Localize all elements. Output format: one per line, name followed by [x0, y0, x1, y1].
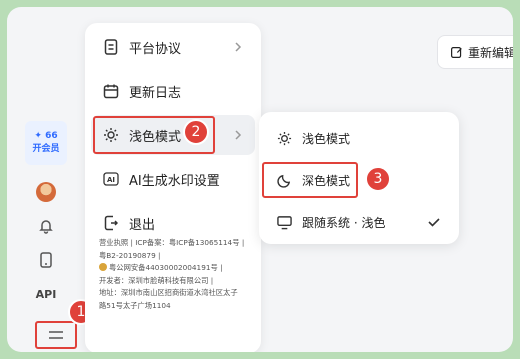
legal-line: 营业执照 | ICP备案：粤ICP备13065114号 |	[99, 238, 245, 247]
menu-item-changelog[interactable]: 更新日志	[91, 71, 255, 111]
phone-icon	[40, 252, 52, 268]
vip-label: 开会员	[32, 144, 60, 154]
legal-line: 地址：深圳市南山区招商街道水湾社区太子	[99, 288, 238, 297]
legal-line: 粤公网安备44030002004191号 |	[99, 262, 259, 275]
avatar-image	[36, 182, 56, 202]
avatar[interactable]	[33, 179, 59, 205]
submenu-item-follow-system[interactable]: 跟随系统 · 浅色	[265, 204, 453, 240]
document-icon	[103, 39, 119, 55]
submenu-item-light[interactable]: 浅色模式	[265, 120, 453, 156]
re-edit-button[interactable]: 重新编辑	[437, 35, 513, 69]
sun-icon	[277, 131, 292, 146]
step-2-marker: 2	[183, 119, 209, 145]
menu-item-label: 平台协议	[129, 41, 182, 57]
legal-line: 路51号太子广场1104	[99, 300, 171, 310]
monitor-icon	[277, 215, 292, 230]
legal-info: 营业执照 | ICP备案：粤ICP备13065114号 | 粤B2-201908…	[99, 237, 259, 312]
api-label: API	[35, 287, 57, 301]
police-badge-icon	[99, 263, 107, 271]
api-button[interactable]: API	[33, 281, 59, 307]
re-edit-label: 重新编辑	[468, 45, 513, 60]
menu-button[interactable]	[35, 321, 77, 349]
logout-icon	[103, 215, 119, 231]
ai-badge-icon: AI	[103, 171, 119, 187]
legal-line: 粤B2-20190879 |	[99, 250, 161, 260]
vip-button[interactable]: ✦ 66 开会员	[25, 121, 67, 165]
menu-item-label: 更新日志	[129, 85, 182, 101]
menu-item-label: AI生成水印设置	[129, 173, 220, 189]
submenu-item-label: 跟随系统 · 浅色	[302, 215, 386, 230]
left-rail: ✦ 66 开会员 API 1	[21, 117, 94, 352]
bell-icon	[39, 220, 53, 234]
app-window: 重新编辑 ✦ 66 开会员 API 1 平台协议 更新日志 浅色模式 2 AI …	[7, 7, 513, 352]
settings-menu: 平台协议 更新日志 浅色模式 2 AI AI生成水印设置 退出 营业执照 | I…	[85, 23, 261, 352]
submenu-item-label: 浅色模式	[302, 131, 351, 146]
menu-item-ai-watermark[interactable]: AI AI生成水印设置	[91, 159, 255, 199]
notification-button[interactable]	[33, 213, 59, 239]
theme-submenu: 浅色模式 深色模式 3 跟随系统 · 浅色	[259, 112, 459, 244]
checkmark-icon	[428, 218, 440, 227]
svg-text:AI: AI	[107, 176, 115, 184]
vip-points: ✦ 66	[34, 131, 58, 141]
menu-item-label: 退出	[129, 217, 156, 233]
legal-line: 开发者：深圳市脸萌科技有限公司 |	[99, 275, 214, 285]
step-3-marker: 3	[365, 166, 391, 192]
calendar-icon	[103, 83, 119, 99]
chevron-right-icon	[235, 130, 242, 140]
edit-icon	[451, 46, 462, 58]
dark-mode-highlight-box	[262, 162, 358, 198]
menu-item-platform-agreement[interactable]: 平台协议	[91, 27, 255, 67]
menu-icon	[49, 331, 63, 339]
chevron-right-icon	[235, 42, 242, 52]
phone-app-button[interactable]	[33, 247, 59, 273]
